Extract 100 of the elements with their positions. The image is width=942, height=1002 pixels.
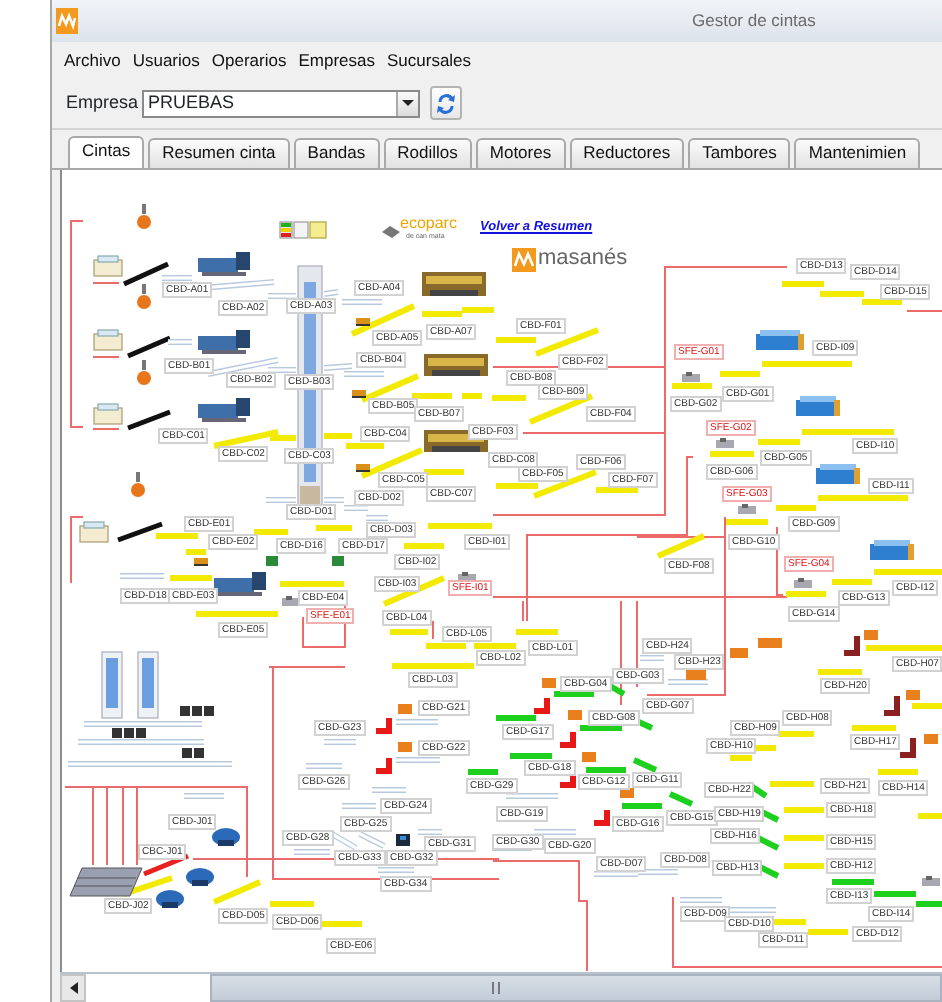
connection-line	[92, 356, 120, 358]
conveyor-bar	[756, 835, 780, 851]
bin-icon	[266, 556, 278, 566]
feeder-icon	[682, 372, 700, 382]
feeder-icon	[794, 578, 812, 588]
conveyor-bar	[186, 549, 206, 555]
tab[interactable]: Reductores	[569, 138, 685, 168]
motor-icon	[906, 690, 920, 700]
masanes-logo-icon	[512, 248, 536, 272]
conveyor-bar	[534, 829, 576, 835]
conveyor-bar	[324, 739, 356, 745]
motor-icon	[686, 670, 706, 680]
tab[interactable]: Resumen cinta	[148, 138, 290, 168]
menu-item[interactable]: Empresas	[292, 47, 381, 73]
conveyor-bar	[808, 929, 848, 935]
tab[interactable]: Motores	[475, 138, 566, 168]
conveyor-bar	[316, 525, 352, 531]
window-title: Gestor de cintas	[692, 8, 816, 34]
conveyor-bar	[306, 763, 342, 769]
tab[interactable]: Bandas	[293, 138, 380, 168]
conveyor-bar	[672, 383, 712, 389]
conveyor-bar	[462, 393, 482, 399]
conveyor-bar	[912, 703, 942, 709]
conveyor-bar	[878, 769, 918, 775]
scroll-left-button[interactable]	[60, 974, 86, 1002]
conveyor-bar	[778, 731, 814, 737]
legend-icon	[279, 221, 327, 239]
container-icon	[796, 396, 840, 416]
valve-group-icon	[112, 728, 146, 738]
conveyor-bar	[196, 611, 278, 617]
weigh-hopper-icon	[137, 360, 151, 385]
conveyor-bar	[656, 533, 706, 559]
valve-group-icon	[182, 748, 204, 758]
connection-line	[70, 516, 84, 584]
menu-item[interactable]: Usuarios	[126, 47, 206, 73]
conveyor-bar	[802, 429, 894, 435]
conveyor-bar	[720, 371, 760, 377]
conveyor-bar	[468, 769, 498, 775]
scrollbar-thumb[interactable]	[210, 974, 942, 1002]
crate-icon	[79, 521, 109, 543]
refresh-button[interactable]	[430, 86, 463, 120]
connection-line	[302, 600, 346, 648]
ecoparc-logo-icon	[382, 226, 400, 238]
logo-text: ecoparc	[400, 214, 457, 232]
caret-icon	[402, 100, 415, 106]
elbow-icon	[844, 636, 860, 656]
conveyor-bar	[580, 725, 622, 731]
menu-item[interactable]: Sucursales	[380, 47, 478, 73]
weigh-hopper-icon	[137, 284, 151, 309]
conveyor-bar	[918, 813, 942, 819]
conveyor-bar	[786, 591, 826, 597]
conveyor-bar	[668, 679, 708, 685]
conveyor-bar	[120, 573, 164, 579]
conveyor-bar	[270, 901, 314, 907]
motor-icon	[398, 742, 412, 752]
feeder-icon	[922, 876, 940, 886]
tab[interactable]: Mantenimien	[794, 138, 921, 168]
weigh-hopper-icon	[131, 472, 145, 497]
motor-icon	[924, 734, 938, 744]
elbow-icon	[376, 758, 392, 774]
conveyor-bar	[756, 863, 780, 879]
conveyor-bar	[392, 663, 474, 669]
loader-icon	[356, 464, 370, 472]
conveyor-bar	[784, 835, 824, 841]
crate-icon	[93, 403, 123, 425]
tab[interactable]: Tambores	[688, 138, 791, 168]
tab[interactable]: Cintas	[68, 136, 145, 168]
grate-icon	[69, 867, 143, 897]
conveyor-bar	[212, 879, 262, 905]
conveyor-bar	[866, 645, 942, 651]
connection-line	[432, 620, 434, 640]
drum-machine-icon	[198, 398, 250, 422]
tab[interactable]: Rodillos	[383, 138, 472, 168]
conveyor-bar	[358, 831, 386, 849]
conveyor-bar	[324, 433, 352, 439]
conveyor-bar	[428, 523, 492, 529]
conveyor-bar	[754, 745, 776, 751]
conveyor-bar	[818, 669, 862, 675]
conveyor-bar	[874, 569, 942, 575]
conveyor-bar	[506, 793, 558, 799]
menu-item[interactable]: Operarios	[205, 47, 293, 73]
conveyor-bar	[127, 409, 171, 431]
elbow-icon	[594, 810, 610, 826]
conveyor-bar	[266, 497, 296, 503]
conveyor-bar	[668, 791, 694, 807]
conveyor-bar	[784, 863, 824, 869]
conveyor-bar	[710, 451, 754, 457]
conveyor-bar	[184, 793, 224, 799]
conveyor-bar	[818, 495, 908, 501]
drum-machine-icon	[198, 330, 250, 354]
conveyor-bar	[396, 719, 438, 725]
company-dropdown[interactable]: PRUEBAS	[142, 89, 421, 117]
logo-text: masanés	[538, 246, 628, 270]
motor-icon	[398, 704, 412, 714]
conveyor-bar	[382, 575, 446, 607]
elbow-icon	[560, 732, 576, 748]
loader-icon	[356, 318, 370, 326]
connection-line	[92, 282, 120, 284]
conveyor-bar	[396, 757, 440, 763]
menu-item[interactable]: Archivo	[58, 47, 127, 73]
